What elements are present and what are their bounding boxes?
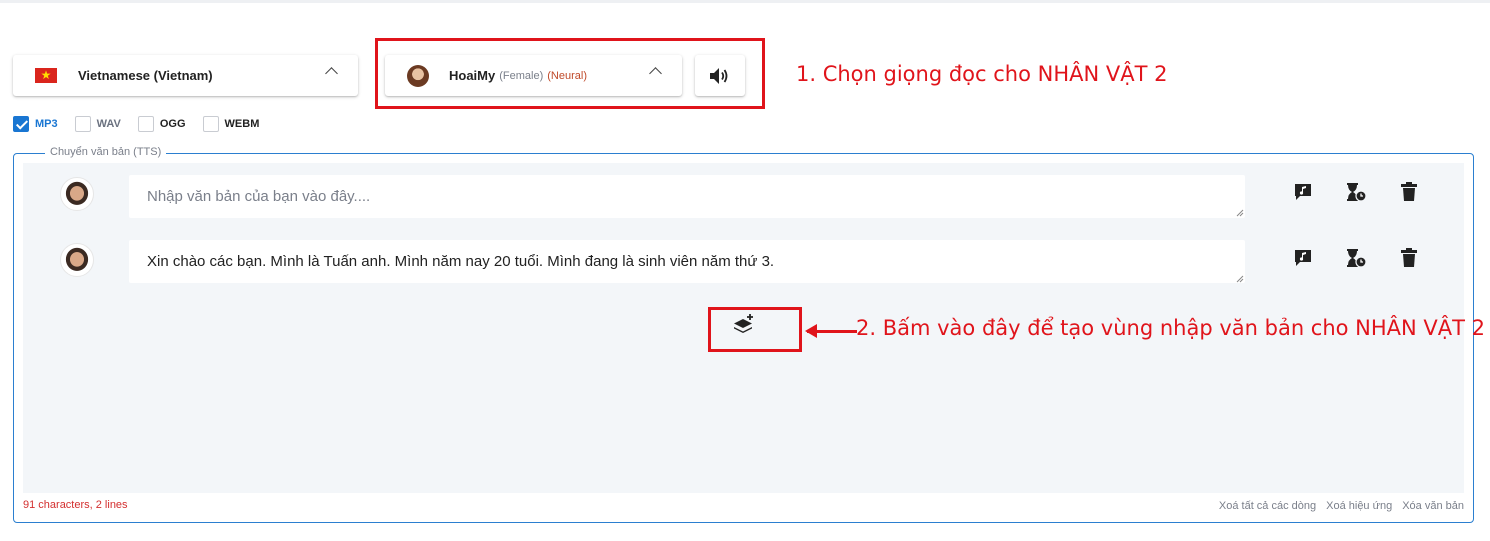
clear-effects-link[interactable]: Xoá hiệu ứng (1326, 500, 1392, 512)
trash-icon[interactable] (1398, 247, 1420, 269)
vietnam-flag-icon (35, 66, 57, 84)
format-label: WAV (96, 118, 121, 130)
trash-icon[interactable] (1398, 181, 1420, 203)
clear-all-rows-link[interactable]: Xoá tất cả các dòng (1219, 500, 1316, 512)
speaker-avatar[interactable] (60, 243, 94, 277)
layers-plus-icon (734, 314, 753, 333)
character-count: 91 characters, 2 lines (23, 499, 128, 511)
checkbox-ogg[interactable] (137, 116, 154, 132)
format-webm[interactable]: WEBM (202, 116, 260, 132)
hourglass-clock-icon[interactable] (1345, 181, 1367, 203)
format-wav[interactable]: WAV (74, 116, 121, 132)
annotation-step-2: 2. Bấm vào đây để tạo vùng nhập văn bản … (856, 316, 1486, 340)
tts-text-input-1[interactable] (129, 175, 1245, 218)
tts-legend: Chuyển văn bản (TTS) (45, 146, 167, 158)
footer-actions: Xoá tất cả các dòng Xoá hiệu ứng Xóa văn… (1219, 500, 1464, 512)
format-ogg[interactable]: OGG (137, 116, 186, 132)
tts-page: Vietnamese (Vietnam) HoaiMy (Female) (Ne… (0, 0, 1490, 541)
resize-grip-icon[interactable] (1236, 275, 1244, 283)
hourglass-clock-icon[interactable] (1345, 247, 1367, 269)
top-divider (0, 0, 1490, 3)
chevron-up-icon (325, 67, 338, 80)
format-label: OGG (159, 118, 186, 130)
language-select[interactable]: Vietnamese (Vietnam) (13, 55, 358, 96)
annotation-arrow (805, 324, 857, 338)
annotation-step-1: 1. Chọn giọng đọc cho NHÂN VẬT 2 (796, 62, 1168, 86)
tts-text-input-2[interactable] (129, 240, 1245, 283)
format-label: WEBM (224, 118, 260, 130)
add-text-row-button[interactable] (732, 313, 756, 337)
resize-grip-icon[interactable] (1236, 209, 1244, 217)
format-mp3[interactable]: MP3 (13, 116, 58, 132)
annotation-highlight-voice (375, 38, 765, 109)
checkbox-mp3[interactable] (13, 116, 29, 132)
speaker-avatar[interactable] (60, 177, 94, 211)
music-note-comment-icon[interactable] (1292, 247, 1314, 269)
format-options: MP3 WAV OGG WEBM (13, 116, 276, 132)
music-note-comment-icon[interactable] (1292, 181, 1314, 203)
format-label: MP3 (35, 118, 58, 130)
checkbox-webm[interactable] (202, 116, 219, 132)
checkbox-wav[interactable] (74, 116, 91, 132)
clear-text-link[interactable]: Xóa văn bản (1402, 500, 1464, 512)
language-label: Vietnamese (Vietnam) (78, 68, 213, 83)
